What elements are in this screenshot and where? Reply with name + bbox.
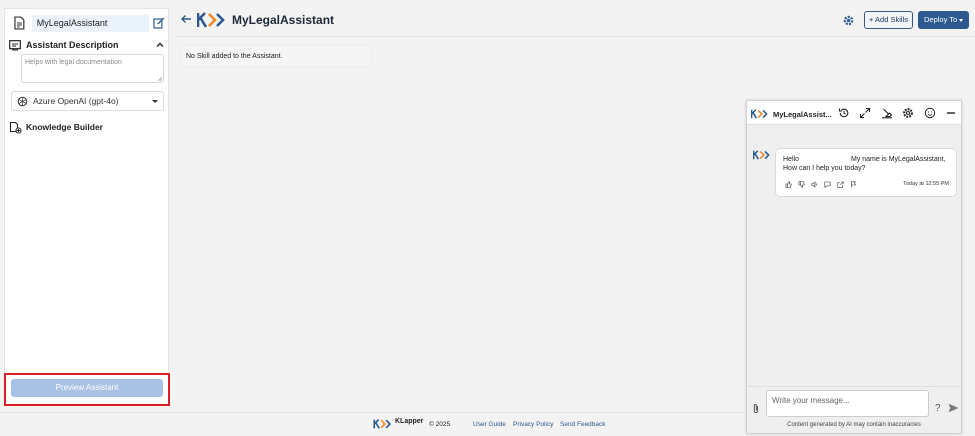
thumbs-up-icon[interactable] xyxy=(785,181,792,188)
chevron-up-icon[interactable] xyxy=(155,40,165,50)
description-heading: Assistant Description xyxy=(26,40,119,50)
model-select-value: Azure OpenAI (gpt-4o) xyxy=(33,96,119,106)
resize-grip-icon[interactable] xyxy=(157,76,162,81)
knowledge-builder-icon xyxy=(9,121,22,134)
chat-footer-divider xyxy=(747,386,961,387)
model-select[interactable]: Azure OpenAI (gpt-4o) xyxy=(11,91,164,111)
assistant-name-input[interactable]: MyLegalAssistant xyxy=(31,14,150,32)
thumbs-down-icon[interactable] xyxy=(798,181,805,188)
description-textarea[interactable]: Helps with legal documentation xyxy=(21,54,164,83)
comment-icon[interactable] xyxy=(824,181,831,188)
chat-message-input[interactable]: Write your message... xyxy=(766,390,929,417)
bot-message-bubble: Hello My name is MyLegalAssistant, How c… xyxy=(775,148,957,197)
knowledge-builder-label: Knowledge Builder xyxy=(26,122,103,132)
send-feedback-link[interactable]: Send Feedback xyxy=(560,421,606,428)
chat-title: MyLegalAssist... xyxy=(773,110,832,119)
document-icon xyxy=(14,16,25,30)
page-title: MyLegalAssistant xyxy=(232,13,335,27)
preview-highlight-frame: Preview Assistant xyxy=(4,373,170,406)
preview-assistant-button[interactable]: Preview Assistant xyxy=(11,379,163,397)
header-divider xyxy=(175,36,975,37)
footer-copyright: © 2025 xyxy=(429,421,451,428)
ai-disclaimer: Content generated by AI may contain inac… xyxy=(787,422,921,428)
caret-down-icon xyxy=(152,99,158,103)
footer-divider xyxy=(0,412,746,413)
message-question: How can I help you today? xyxy=(783,165,866,172)
share-icon[interactable] xyxy=(837,181,844,188)
description-text: Helps with legal documentation xyxy=(25,59,122,66)
add-skills-button[interactable]: + Add Skills xyxy=(864,11,913,29)
assistant-name-row: MyLegalAssistant xyxy=(9,13,165,33)
expand-icon[interactable] xyxy=(859,107,871,119)
chat-preview-panel: MyLegalAssist... Hello My name is MyLega… xyxy=(746,100,962,434)
message-timestamp: Today at 12:55 PM xyxy=(903,181,949,187)
footer-brand: KLapper xyxy=(395,418,424,425)
emoji-icon[interactable] xyxy=(924,107,936,119)
chat-header: MyLegalAssist... xyxy=(747,101,961,125)
knowledge-builder-item[interactable]: Knowledge Builder xyxy=(9,119,103,135)
user-guide-link[interactable]: User Guide xyxy=(473,421,506,428)
chat-settings-icon[interactable] xyxy=(902,107,914,119)
klapper-logo xyxy=(751,109,768,119)
history-icon[interactable] xyxy=(838,107,850,119)
deploy-to-label: Deploy To xyxy=(924,15,958,24)
edit-icon[interactable] xyxy=(153,17,165,29)
minimize-icon[interactable] xyxy=(945,107,957,119)
empty-skills-message: No Skill added to the Assistant. xyxy=(180,45,372,67)
speaker-icon[interactable] xyxy=(811,181,818,188)
attachment-paperclip-icon[interactable] xyxy=(751,403,761,414)
flag-icon[interactable] xyxy=(850,181,857,188)
back-arrow-icon[interactable] xyxy=(180,13,192,25)
description-section-header[interactable]: Assistant Description xyxy=(9,37,165,53)
caret-down-icon xyxy=(959,19,963,22)
bot-avatar-logo xyxy=(753,150,770,160)
help-question-icon[interactable]: ? xyxy=(935,403,941,414)
settings-gear-icon[interactable] xyxy=(842,14,855,27)
deploy-to-button[interactable]: Deploy To xyxy=(918,11,969,29)
sidebar: MyLegalAssistant Assistant Description H… xyxy=(4,8,169,406)
description-icon xyxy=(9,39,21,50)
privacy-policy-link[interactable]: Privacy Policy xyxy=(513,421,553,428)
message-intro: My name is MyLegalAssistant, xyxy=(851,156,946,163)
message-greeting: Hello xyxy=(783,156,799,163)
send-icon[interactable] xyxy=(948,403,959,413)
footer-klapper-logo xyxy=(373,419,392,429)
openai-icon xyxy=(17,96,28,106)
clear-chat-icon[interactable] xyxy=(881,107,893,119)
klapper-logo xyxy=(197,12,225,28)
